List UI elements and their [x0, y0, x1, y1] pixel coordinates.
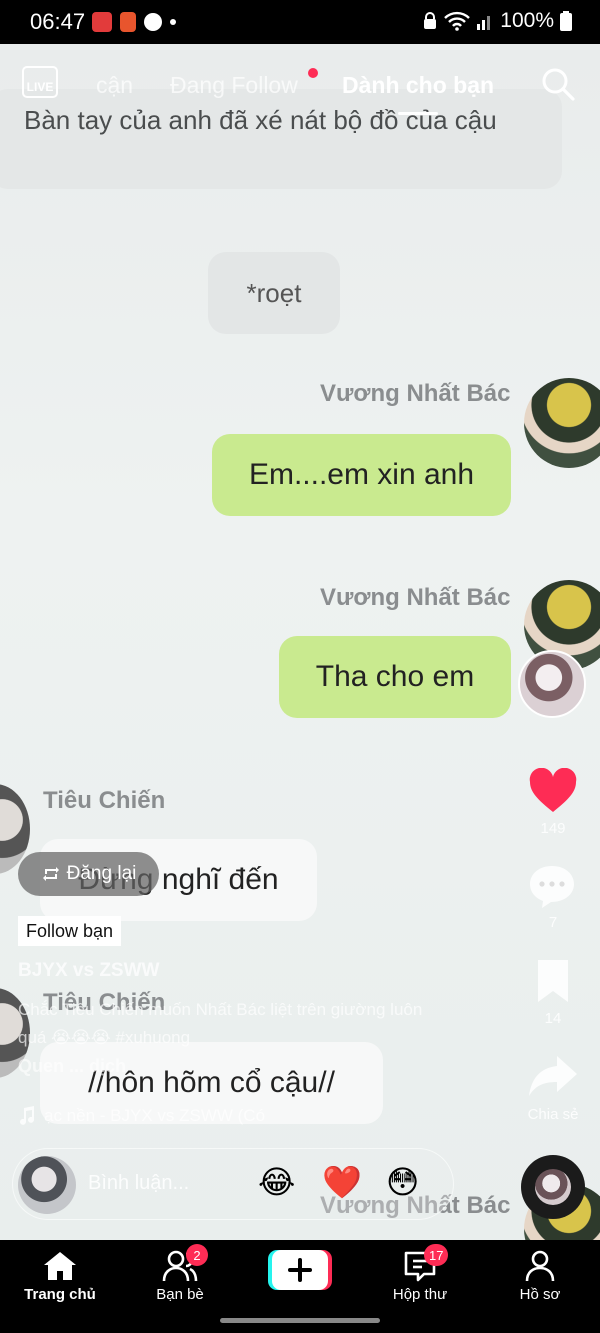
tab-following[interactable]: Đang Follow — [170, 72, 298, 99]
translation-hint[interactable]: Quen ... dịch — [18, 1056, 126, 1077]
live-label: LIVE — [26, 80, 54, 94]
chat-sender: Tiêu Chiến — [43, 787, 166, 814]
clock: 06:47 — [30, 9, 86, 34]
gesture-bar[interactable] — [220, 1318, 380, 1323]
nav-friends[interactable]: Bạn bè 2 — [130, 1244, 230, 1303]
battery-icon — [560, 11, 572, 31]
lock-icon — [424, 12, 437, 29]
chat-avatar — [524, 378, 600, 468]
user-avatar — [18, 1156, 76, 1214]
tab-for-you[interactable]: Dành cho bạn — [342, 72, 494, 99]
live-icon[interactable]: LIVE — [22, 66, 58, 98]
following-new-dot — [308, 68, 318, 78]
repost-icon — [42, 867, 59, 881]
bookmark-count: 14 — [544, 1010, 562, 1027]
nav-profile[interactable]: Hồ sơ — [490, 1250, 590, 1303]
chat-sender: Vương Nhất Bác — [320, 584, 511, 611]
shopee-icon — [120, 12, 136, 32]
home-icon — [44, 1252, 76, 1280]
share-arrow-icon[interactable] — [527, 1054, 579, 1098]
music-info[interactable]: ạc nền - BJYX vs ZSWW (Có — [18, 1106, 265, 1126]
chat-sender: Vương Nhất Bác — [320, 380, 511, 407]
active-tab-indicator — [398, 112, 438, 115]
status-bar: 06:47 100% — [0, 0, 600, 44]
more-notifications-icon — [170, 19, 176, 25]
comment-input-placeholder[interactable]: Bình luận... — [88, 1172, 189, 1195]
like-count: 149 — [540, 820, 566, 837]
repost-chip[interactable]: Đăng lại — [18, 852, 159, 896]
bookmark-icon[interactable] — [534, 958, 572, 1004]
repost-label: Đăng lại — [66, 863, 137, 884]
feed-top-nav: LIVE cận Đang Follow Dành cho bạn — [0, 44, 600, 124]
create-post-button[interactable] — [268, 1250, 332, 1290]
music-title: ạc nền - BJYX vs ZSWW (Có — [44, 1106, 266, 1125]
music-disc[interactable] — [521, 1155, 585, 1219]
profile-icon — [525, 1250, 555, 1282]
comment-icon[interactable] — [527, 862, 577, 910]
follow-tag: Follow bạn — [18, 916, 122, 946]
emoji-flushed[interactable]: 😳 — [386, 1163, 419, 1201]
emoji-heart[interactable]: ❤️ — [322, 1163, 362, 1201]
nav-inbox-label: Hộp thư — [392, 1286, 448, 1303]
author-name[interactable]: BJYX vs ZSWW — [18, 960, 159, 982]
sound-effect-bubble: *roẹt — [208, 252, 340, 334]
chat-message: Em....em xin anh — [212, 434, 511, 516]
creator-avatar[interactable] — [518, 650, 586, 718]
wifi-icon — [444, 11, 471, 31]
music-note-icon — [20, 1106, 34, 1125]
video-caption[interactable]: Chắc Tiêu Chiến muốn Nhất Bác liệt trên … — [18, 996, 438, 1052]
battery-percent: 100% — [500, 9, 554, 32]
chat-message: Tha cho em — [279, 636, 511, 718]
music-disc-cover — [535, 1169, 571, 1205]
signal-icon — [477, 16, 491, 30]
emoji-laugh[interactable]: 😂 — [258, 1163, 295, 1201]
nav-home[interactable]: Trang chủ — [10, 1250, 110, 1303]
system-status: 100% — [422, 9, 572, 33]
like-heart-icon[interactable] — [528, 768, 578, 814]
inbox-badge: 17 — [424, 1244, 449, 1266]
notification-icons — [92, 12, 176, 32]
nav-inbox[interactable]: Hộp thư 17 — [370, 1244, 470, 1303]
nav-profile-label: Hồ sơ — [519, 1286, 561, 1303]
search-icon[interactable] — [540, 66, 576, 102]
facebook-icon — [144, 13, 162, 31]
share-label: Chia sẻ — [527, 1106, 579, 1123]
manga-toon-icon — [92, 12, 112, 32]
nav-home-label: Trang chủ — [24, 1286, 96, 1303]
comment-count: 7 — [548, 914, 558, 931]
nav-friends-label: Bạn bè — [156, 1286, 204, 1303]
friends-badge: 2 — [186, 1244, 208, 1266]
tab-nearby[interactable]: cận — [96, 72, 133, 99]
